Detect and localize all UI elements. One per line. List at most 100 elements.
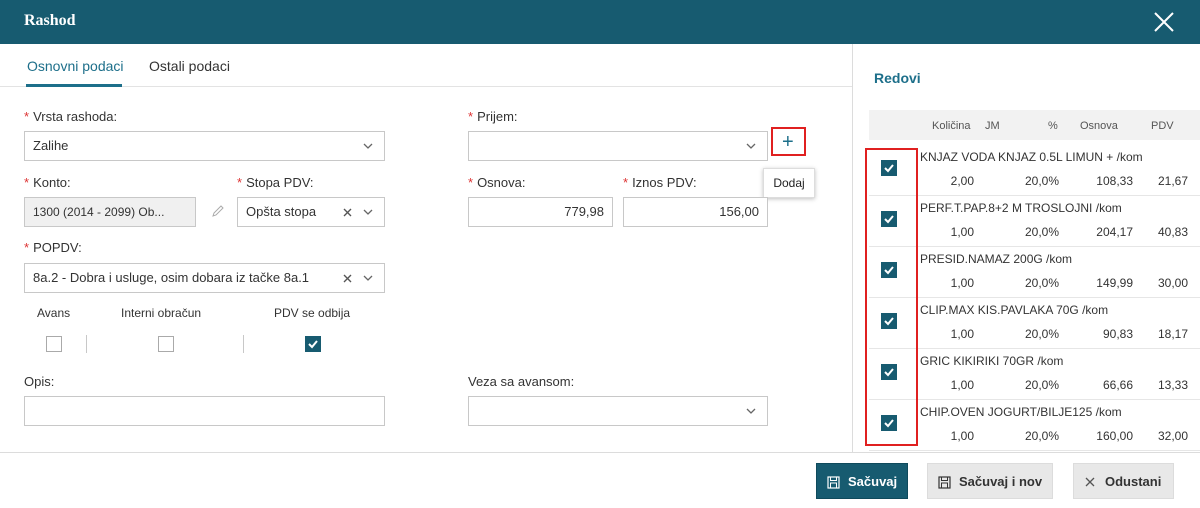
tab-bar: Osnovni podaci Ostali podaci: [0, 44, 852, 87]
row-kolicina: 1,00: [950, 429, 974, 443]
row-pdv: 13,33: [1157, 378, 1188, 392]
cancel-label: Odustani: [1105, 474, 1162, 489]
close-icon[interactable]: [1150, 8, 1178, 36]
chevron-down-icon: [746, 143, 756, 149]
opis-input[interactable]: [24, 396, 385, 426]
konto-select[interactable]: 1300 (2014 - 2099) Ob...: [24, 197, 196, 227]
pdv-se-odbija-label: PDV se odbija: [274, 306, 351, 320]
stopa-pdv-label: * Stopa PDV:: [237, 175, 314, 190]
avans-label: Avans: [37, 306, 71, 320]
chevron-down-icon: [363, 209, 373, 215]
vrsta-rashoda-value: Zalihe: [33, 138, 69, 153]
popdv-label: * POPDV:: [24, 240, 82, 255]
konto-value: 1300 (2014 - 2099) Ob...: [33, 205, 165, 219]
row-osnova: 204,17: [1096, 225, 1133, 239]
save-button-label: Sačuvaj: [848, 474, 898, 489]
row-name: CHIP.OVEN JOGURT/BILJE125 /kom: [920, 405, 1122, 419]
row-pdv: 21,67: [1157, 174, 1188, 188]
table-row[interactable]: PRESID.NAMAZ 200G /kom 1,00 20,0% 149,99…: [869, 247, 1200, 298]
cancel-button[interactable]: Odustani: [1073, 463, 1174, 499]
row-kolicina: 1,00: [950, 276, 974, 290]
chevron-down-icon: [363, 275, 373, 281]
col-pdv: PDV: [1151, 120, 1174, 132]
osnova-input[interactable]: 779,98: [468, 197, 613, 227]
stopa-pdv-value: Opšta stopa: [246, 204, 317, 219]
row-kolicina: 1,00: [950, 225, 974, 239]
row-pdv: 32,00: [1157, 429, 1188, 443]
save-button[interactable]: Sačuvaj: [816, 463, 908, 499]
clear-icon[interactable]: [343, 274, 352, 283]
row-procenat: 20,0%: [1024, 225, 1059, 239]
form-panel: Osnovni podaci Ostali podaci: [0, 44, 852, 452]
highlight-box: [865, 148, 918, 446]
pdv-se-odbija-checkbox[interactable]: [305, 336, 321, 352]
row-name: PRESID.NAMAZ 200G /kom: [920, 252, 1073, 266]
vrsta-rashoda-label: * Vrsta rashoda:: [24, 109, 118, 124]
interni-obracun-checkbox[interactable]: [158, 336, 174, 352]
col-kolicina: Količina: [932, 120, 971, 132]
row-procenat: 20,0%: [1024, 276, 1059, 290]
chevron-down-icon: [746, 408, 756, 414]
row-osnova: 90,83: [1102, 327, 1133, 341]
veza-sa-avansom-label: Veza sa avansom:: [468, 374, 575, 389]
redovi-title: Redovi: [874, 70, 921, 86]
row-procenat: 20,0%: [1024, 378, 1059, 392]
save-and-new-label: Sačuvaj i nov: [959, 474, 1043, 489]
konto-label: * Konto:: [24, 175, 71, 190]
popdv-select[interactable]: 8a.2 - Dobra i usluge, osim dobara iz ta…: [24, 263, 385, 293]
iznos-pdv-label: * Iznos PDV:: [623, 175, 697, 190]
row-name: PERF.T.PAP.8+2 M TROSLOJNI /kom: [920, 201, 1122, 215]
veza-sa-avansom-select[interactable]: [468, 396, 768, 426]
chevron-down-icon: [363, 143, 373, 149]
row-pdv: 18,17: [1157, 327, 1188, 341]
vrsta-rashoda-select[interactable]: Zalihe: [24, 131, 385, 161]
table-row[interactable]: PERF.T.PAP.8+2 M TROSLOJNI /kom 1,00 20,…: [869, 196, 1200, 247]
table-row[interactable]: CHIP.OVEN JOGURT/BILJE125 /kom 1,00 20,0…: [869, 400, 1200, 451]
pencil-icon[interactable]: [211, 204, 225, 218]
close-icon: [1085, 477, 1095, 487]
stopa-pdv-select[interactable]: Opšta stopa: [237, 197, 385, 227]
row-name: KNJAZ VODA KNJAZ 0.5L LIMUN + /kom: [920, 150, 1143, 164]
save-and-new-button[interactable]: Sačuvaj i nov: [927, 463, 1053, 499]
avans-checkbox[interactable]: [46, 336, 62, 352]
row-osnova: 66,66: [1102, 378, 1133, 392]
osnova-label: * Osnova:: [468, 175, 526, 190]
checkmark-icon: [308, 340, 318, 349]
row-kolicina: 2,00: [950, 174, 974, 188]
redovi-table-header: Količina JM % Osnova PDV: [869, 110, 1200, 140]
row-pdv: 40,83: [1157, 225, 1188, 239]
row-name: GRIC KIKIRIKI 70GR /kom: [920, 354, 1064, 368]
col-osnova: Osnova: [1080, 120, 1118, 132]
row-name: CLIP.MAX KIS.PAVLAKA 70G /kom: [920, 303, 1109, 317]
row-kolicina: 1,00: [950, 327, 974, 341]
col-jm: JM: [985, 120, 1000, 132]
add-tooltip: Dodaj: [763, 168, 815, 198]
row-procenat: 20,0%: [1024, 174, 1059, 188]
opis-label: Opis:: [24, 374, 55, 389]
dialog-footer: Sačuvaj Sačuvaj i nov Odustani: [0, 452, 1200, 508]
tab-ostali-podaci[interactable]: Ostali podaci: [149, 58, 230, 74]
iznos-pdv-input[interactable]: 156,00: [623, 197, 768, 227]
divider: [243, 335, 244, 353]
table-row[interactable]: CLIP.MAX KIS.PAVLAKA 70G /kom 1,00 20,0%…: [869, 298, 1200, 349]
col-procenat: %: [1048, 120, 1058, 132]
row-procenat: 20,0%: [1024, 429, 1059, 443]
popdv-value: 8a.2 - Dobra i usluge, osim dobara iz ta…: [33, 270, 310, 285]
divider: [86, 335, 87, 353]
row-osnova: 149,99: [1096, 276, 1133, 290]
rashod-dialog: Rashod Osnovni podaci Ostali podaci * Vrs…: [0, 0, 1200, 508]
dialog-title: Rashod: [24, 12, 76, 29]
add-prijem-button[interactable]: +: [771, 127, 806, 156]
tab-osnovni-podaci[interactable]: Osnovni podaci: [27, 58, 124, 74]
table-row[interactable]: KNJAZ VODA KNJAZ 0.5L LIMUN + /kom 2,00 …: [869, 145, 1200, 196]
save-icon: [938, 476, 951, 489]
row-pdv: 30,00: [1157, 276, 1188, 290]
row-osnova: 108,33: [1096, 174, 1133, 188]
table-row[interactable]: GRIC KIKIRIKI 70GR /kom 1,00 20,0% 66,66…: [869, 349, 1200, 400]
clear-icon[interactable]: [343, 208, 352, 217]
row-kolicina: 1,00: [950, 378, 974, 392]
prijem-select[interactable]: [468, 131, 768, 161]
prijem-label: * Prijem:: [468, 109, 518, 124]
row-procenat: 20,0%: [1024, 327, 1059, 341]
row-osnova: 160,00: [1096, 429, 1133, 443]
